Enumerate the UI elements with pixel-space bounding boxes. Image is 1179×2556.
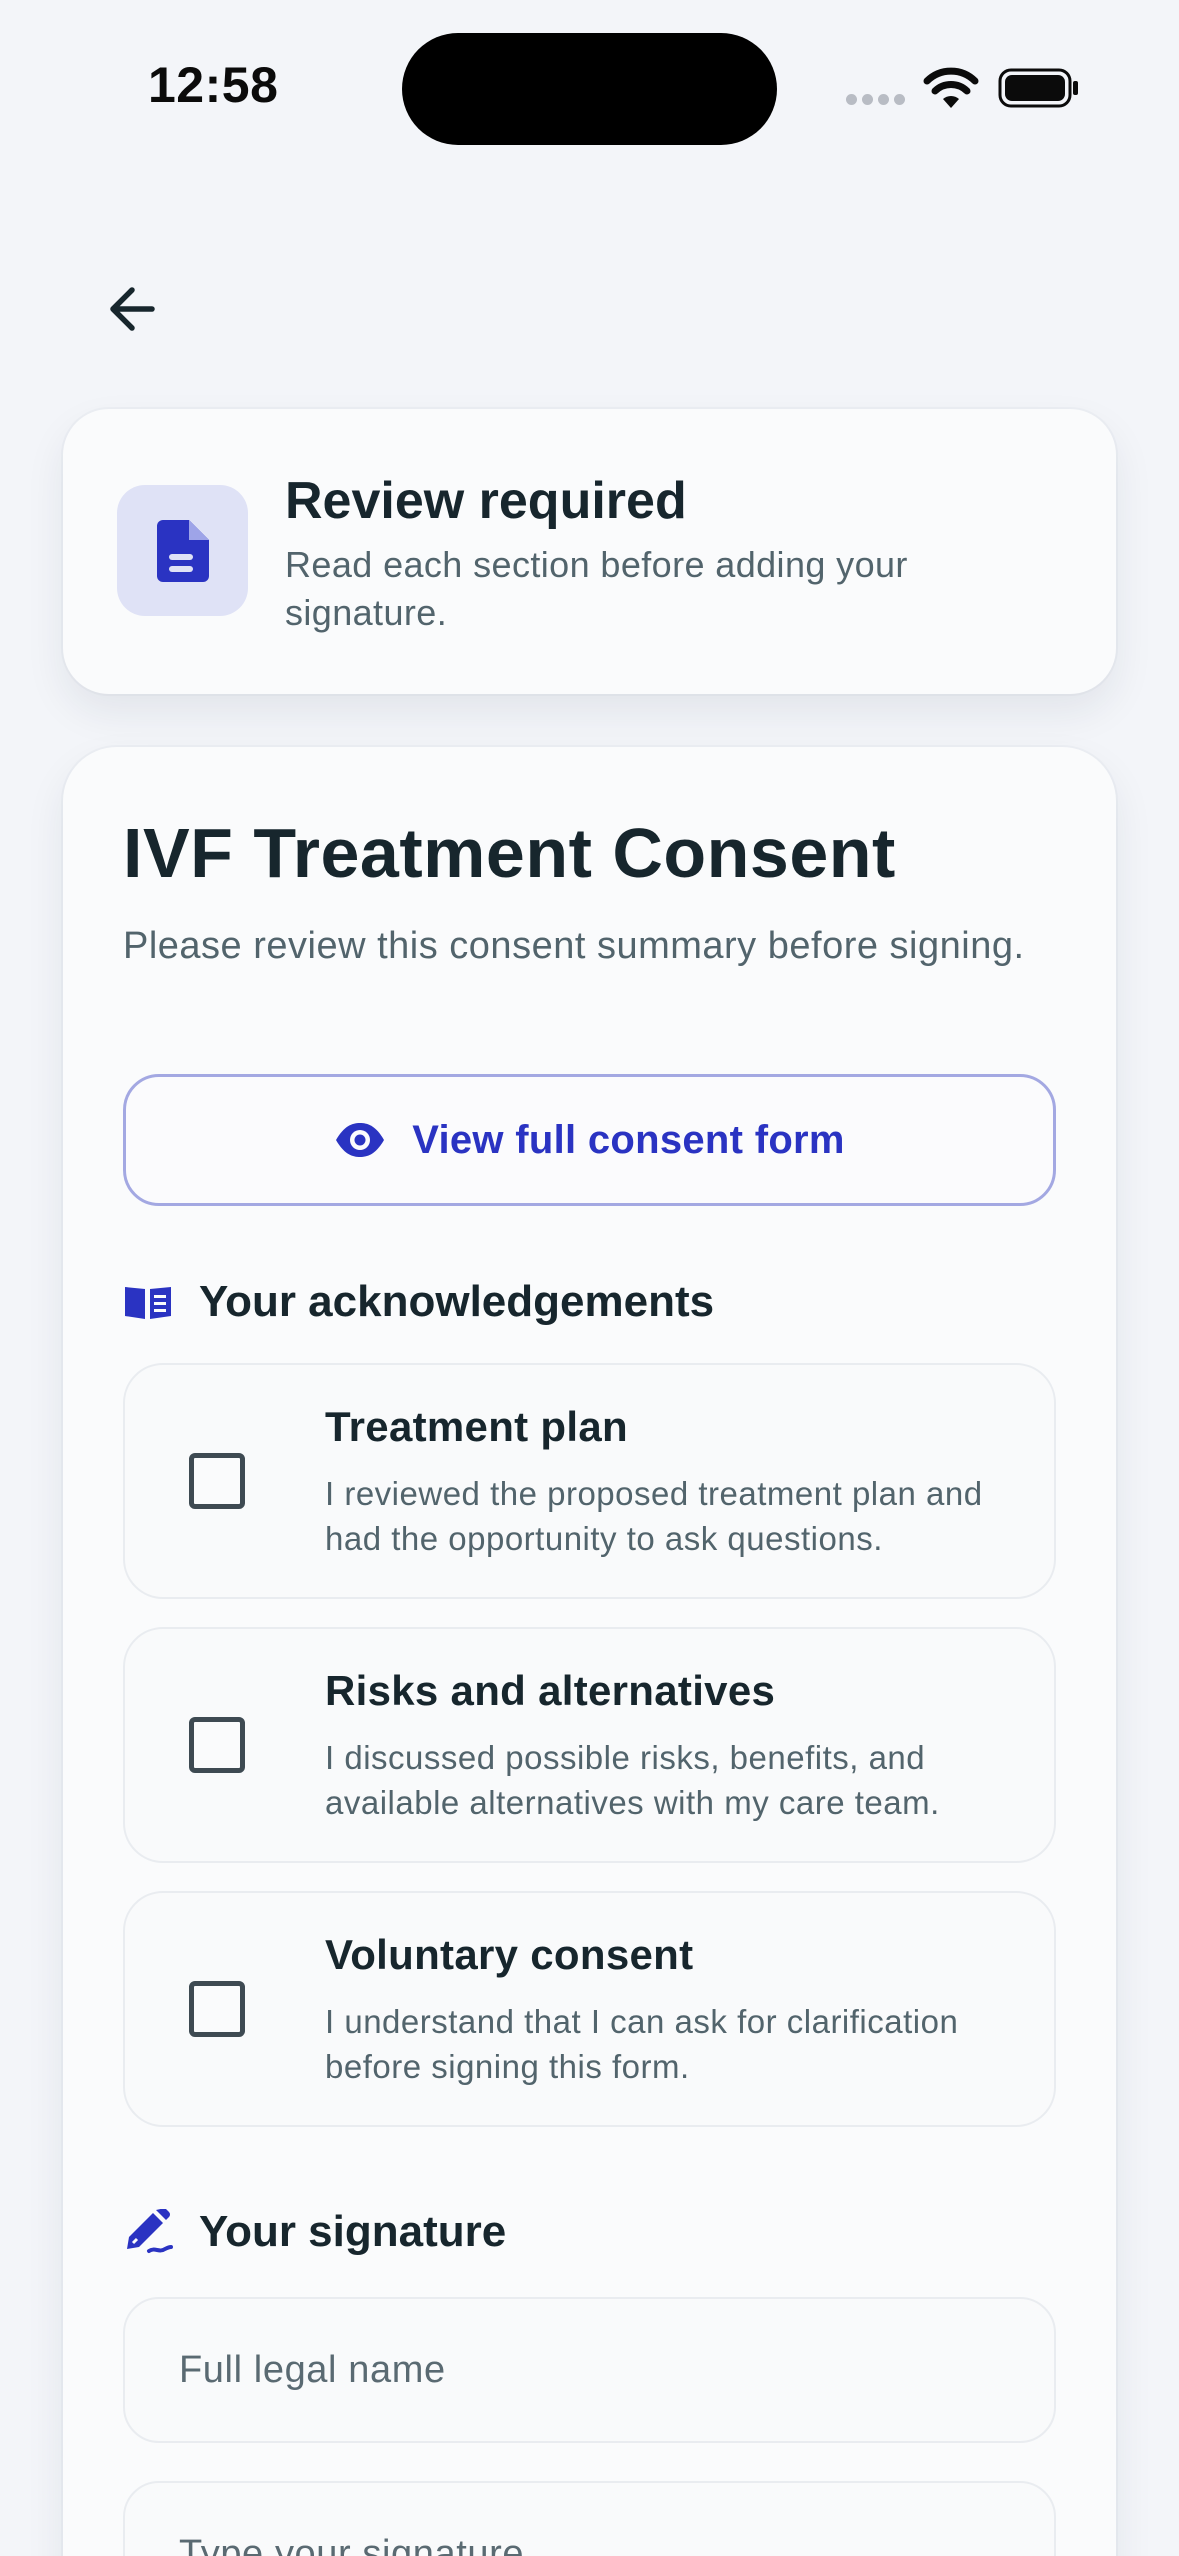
acknowledgement-item-risks[interactable]: Risks and alternatives I discussed possi… — [123, 1627, 1056, 1863]
acknowledgement-item-treatment-plan[interactable]: Treatment plan I reviewed the proposed t… — [123, 1363, 1056, 1599]
page-title: IVF Treatment Consent — [123, 814, 896, 892]
review-required-banner: Review required Read each section before… — [63, 409, 1116, 694]
dynamic-island — [402, 33, 777, 145]
acknowledgements-heading: Your acknowledgements — [123, 1277, 714, 1327]
cellular-signal-icon — [846, 94, 906, 108]
ack-title: Voluntary consent — [325, 1931, 694, 1978]
banner-subtitle: Read each section before adding your sig… — [285, 544, 908, 633]
wifi-icon — [923, 67, 979, 108]
acknowledgements-title: Your acknowledgements — [199, 1277, 715, 1326]
ack-description: I reviewed the proposed treatment plan a… — [325, 1475, 983, 1557]
status-time: 12:58 — [148, 57, 279, 113]
signature-heading: Your signature — [123, 2207, 506, 2257]
document-icon — [156, 519, 209, 582]
ack-description: I discussed possible risks, benefits, an… — [325, 1739, 940, 1821]
voluntary-consent-checkbox[interactable] — [189, 1981, 245, 2037]
signature-input[interactable]: Type your signature — [123, 2481, 1056, 2556]
view-full-consent-label: View full consent form — [412, 1117, 845, 1162]
risks-checkbox[interactable] — [189, 1717, 245, 1773]
consent-screen: 12:58 Review required Read each section … — [0, 0, 1179, 2556]
ack-title: Risks and alternatives — [325, 1667, 776, 1714]
back-arrow-icon[interactable] — [100, 276, 166, 342]
document-badge — [117, 485, 248, 616]
ack-description: I understand that I can ask for clarific… — [325, 2003, 959, 2085]
book-open-icon — [125, 1287, 171, 1319]
consent-subtitle: Please review this consent summary befor… — [123, 925, 1025, 967]
full-legal-name-input[interactable]: Full legal name — [123, 2297, 1056, 2443]
ack-title: Treatment plan — [325, 1403, 628, 1450]
signature-pen-icon — [127, 2209, 173, 2253]
consent-card: IVF Treatment Consent Please review this… — [63, 747, 1116, 2556]
eye-icon — [336, 1123, 385, 1157]
signature-title: Your signature — [199, 2207, 507, 2256]
acknowledgement-item-voluntary[interactable]: Voluntary consent I understand that I ca… — [123, 1891, 1056, 2127]
treatment-plan-checkbox[interactable] — [189, 1453, 245, 1509]
banner-title: Review required — [285, 472, 687, 530]
view-full-consent-button[interactable]: View full consent form — [123, 1074, 1056, 1206]
battery-icon — [998, 68, 1078, 108]
